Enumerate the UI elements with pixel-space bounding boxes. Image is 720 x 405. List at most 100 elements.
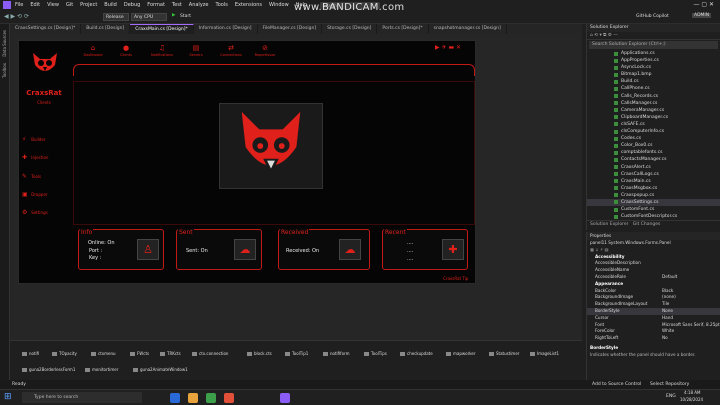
file-item[interactable]: comptablefonts.cs [587,149,720,156]
sent-button[interactable]: ☁ [234,239,256,260]
sidebar-item-builder[interactable]: ⚡ Builder [22,136,72,143]
tab-filemanager[interactable]: FileManager.cs [Design] [258,24,323,34]
taskbar-search[interactable]: Type here to search [22,392,142,403]
component-item[interactable]: mapworker [446,351,476,356]
file-item[interactable]: CallPhone.cs [587,85,720,92]
file-item[interactable]: Bitmap1.bmp [587,71,720,78]
file-item[interactable]: Applications.cs [587,50,720,57]
component-item[interactable]: Statustimer [489,351,519,356]
property-row[interactable]: AccessibleName [587,267,720,274]
tab-craxsmain[interactable]: CraxsMain.cs [Design]* [130,24,194,34]
file-item[interactable]: Build.cs [587,78,720,85]
menu-test[interactable]: Test [172,2,182,8]
brave-icon[interactable] [224,393,234,403]
menu-window[interactable]: Window [269,2,289,8]
menu-edit[interactable]: Edit [30,2,40,8]
file-item[interactable]: CustomFontDescriptor.cs [587,213,720,220]
file-item[interactable]: Craxspopup.cs [587,192,720,199]
select-repository[interactable]: Select Repository [650,380,689,389]
component-item[interactable]: ToolTip1 [285,351,308,356]
component-item[interactable]: ctxmenu [91,351,116,356]
component-item[interactable]: guna2AnimateWindow1 [133,367,188,372]
copilot-button[interactable]: GitHub Copilot [636,14,669,19]
property-row[interactable]: BackColor Black [587,288,720,295]
tab-information[interactable]: Information.cs [Design] [194,24,258,34]
component-item[interactable]: ToolTips [364,351,387,356]
file-item[interactable]: clsComputerInfo.cs [587,128,720,135]
component-item[interactable]: ctx.connection [192,351,228,356]
file-item[interactable]: ClipboardManager.cs [587,114,720,121]
property-category[interactable]: Accessibility [587,254,720,261]
toolbar-icons[interactable]: ⌂ ⟲ ▾ ⧉ ⚙ — [590,33,618,38]
nav-report-issue[interactable]: ⊘ ReportIssue [245,44,285,57]
component-item[interactable]: block.cts [247,351,272,356]
file-item[interactable]: Calls_Records.cs [587,93,720,100]
file-item[interactable]: CameraManager.cs [587,107,720,114]
sidebar-item-dropper[interactable]: ▣ Dropper [22,191,72,198]
menu-analyze[interactable]: Analyze [189,2,209,8]
received-button[interactable]: ☁ [339,239,361,260]
property-row[interactable]: RightToLeft No [587,335,720,342]
toolbox-tab[interactable]: Toolbox [2,63,7,78]
component-item[interactable]: TOpacity [52,351,77,356]
component-item[interactable]: notifiform [323,351,350,356]
properties-object-select[interactable]: panel11 System.Windows.Forms.Panel [587,240,720,247]
menu-view[interactable]: View [47,2,59,8]
file-item-selected[interactable]: CraxsSettings.cs [587,198,720,207]
component-item[interactable]: checkupdate [400,351,433,356]
file-explorer-icon[interactable] [188,393,198,403]
start-icon[interactable]: ▶ [172,13,175,18]
properties-toolbar[interactable]: ▦ ↓ ⚡ ▤ [587,247,720,254]
nav-clients[interactable]: ● Clients [106,44,146,57]
clock-date[interactable]: 10/28/2024 [680,397,703,402]
account-badge[interactable]: ADMIN [692,13,712,18]
menu-build[interactable]: Build [104,2,117,8]
property-row[interactable]: BackgroundImage (none) [587,294,720,301]
file-item[interactable]: CallsManager.cs [587,100,720,107]
platform-select[interactable]: Any CPU [131,13,167,21]
clock-time[interactable]: 4:18 AM [684,390,700,395]
sidebar-item-tools[interactable]: ✎ Tools [22,173,72,180]
window-controls-icon[interactable]: — ▢ ✕ [693,1,714,8]
tab-ports[interactable]: Ports.cs [Design]* [377,24,429,34]
property-row[interactable]: BackgroundImageLayout Tile [587,301,720,308]
info-button[interactable]: ♙ [137,239,159,260]
file-item[interactable]: clsSAFE.cs [587,121,720,128]
property-row-selected[interactable]: BorderStyle None [587,307,720,315]
add-source-control[interactable]: Add to Source Control [592,380,641,389]
file-item[interactable]: Color_Box0.cs [587,142,720,149]
file-item[interactable]: CraxsCallLogs.cs [587,171,720,178]
file-item[interactable]: AppProperties.cs [587,57,720,64]
file-item[interactable]: AsyncLock.cs [587,64,720,71]
menu-tools[interactable]: Tools [215,2,227,8]
component-item[interactable]: notifi [22,351,39,356]
nav-servers[interactable]: ▤ Servers [176,44,216,57]
tab-solution-explorer[interactable]: Solution Explorer [590,222,629,227]
file-item[interactable]: CraxsMain.cs [587,178,720,185]
data-sources-tab[interactable]: Data Sources [2,30,7,57]
nav-arrows-icon[interactable]: ◀ ▶ ⟲ ⟳ [4,13,29,20]
component-item[interactable]: TRKcts [160,351,181,356]
menu-project[interactable]: Project [80,2,97,8]
sidebar-item-injection[interactable]: ✚ Injection [22,154,72,161]
component-item[interactable]: guna2BorderlessForm1 [22,367,75,372]
file-item[interactable]: CraxsAlert.cs [587,164,720,171]
start-button[interactable]: Start [180,14,191,19]
property-row[interactable]: ForeColor White [587,328,720,335]
component-item[interactable]: FWcts [130,351,149,356]
tab-build[interactable]: Build.cs [Design] [81,24,131,34]
menu-git[interactable]: Git [66,2,73,8]
chrome-icon[interactable] [206,393,216,403]
property-row[interactable]: AccessibleRole Default [587,274,720,281]
window-icons[interactable]: ▶ ✈ ▬ ✕ [435,44,461,51]
edge-icon[interactable] [170,393,180,403]
menu-debug[interactable]: Debug [124,2,140,8]
file-item[interactable]: CustomFont.cs [587,206,720,213]
component-item[interactable]: monitortimer [85,367,118,372]
file-item[interactable]: Codes.cs [587,135,720,142]
menu-file[interactable]: File [15,2,23,8]
property-category[interactable]: Appearance [587,281,720,288]
windows-start-icon[interactable]: ⊞ [4,392,12,402]
menu-format[interactable]: Format [147,2,165,8]
property-row[interactable]: AccessibleDescription [587,260,720,267]
